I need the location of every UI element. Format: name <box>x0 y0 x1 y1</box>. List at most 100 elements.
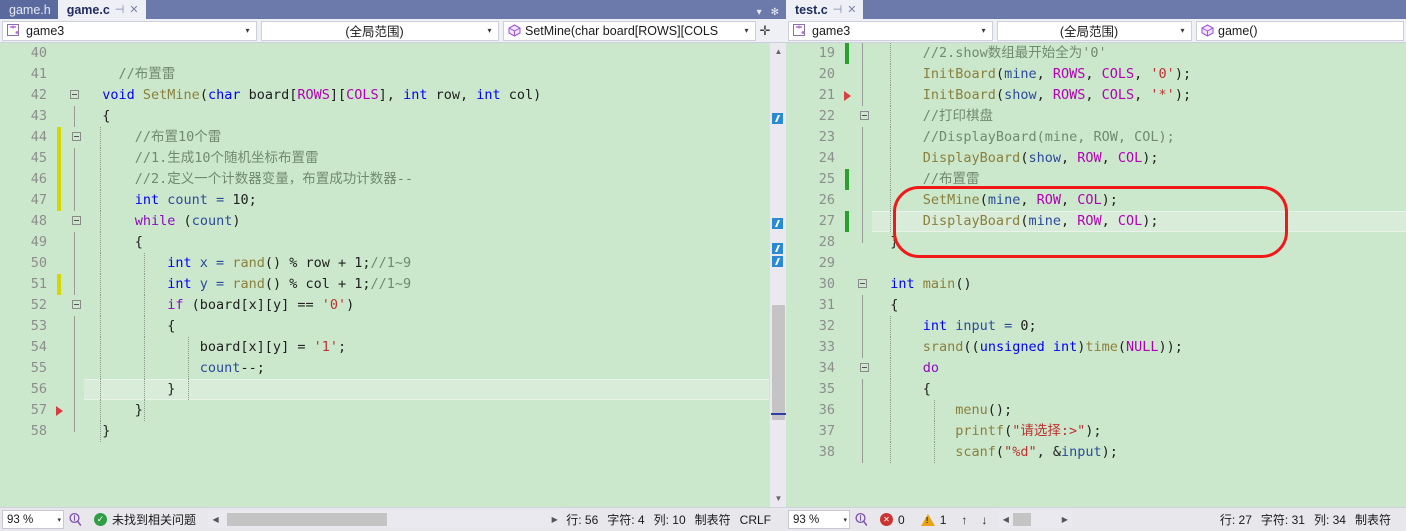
member-dropdown[interactable]: SetMine(char board[ROWS][COLS ▾ <box>503 20 756 41</box>
code-text[interactable]: InitBoard(mine, ROWS, COLS, '0'); <box>872 64 1406 85</box>
change-marker-gutter[interactable] <box>54 421 68 442</box>
change-marker-gutter[interactable] <box>842 127 856 148</box>
fold-gutter[interactable] <box>68 106 84 127</box>
code-line[interactable]: 44 //布置10个雷 <box>0 127 769 148</box>
fold-gutter[interactable] <box>856 232 872 253</box>
fold-gutter[interactable] <box>68 421 84 442</box>
change-marker-gutter[interactable] <box>842 421 856 442</box>
change-marker-gutter[interactable] <box>54 43 68 64</box>
close-icon[interactable]: ✕ <box>129 3 138 16</box>
change-marker-gutter[interactable] <box>54 106 68 127</box>
code-text[interactable]: printf("请选择:>"); <box>872 421 1406 442</box>
scroll-right-icon[interactable]: ▶ <box>547 515 562 524</box>
fold-gutter[interactable] <box>68 232 84 253</box>
warning-count-badge[interactable]: 1 <box>913 513 955 527</box>
scroll-right-icon[interactable]: ▶ <box>1057 515 1072 524</box>
fold-gutter[interactable] <box>68 400 84 421</box>
change-marker-gutter[interactable] <box>54 190 68 211</box>
fold-gutter[interactable] <box>856 169 872 190</box>
code-line[interactable]: 53 { <box>0 316 769 337</box>
fold-gutter[interactable] <box>68 379 84 400</box>
code-text[interactable]: } <box>872 232 1406 253</box>
code-line[interactable]: 49 { <box>0 232 769 253</box>
error-count-badge[interactable]: 0 <box>872 513 913 527</box>
collapse-toggle-icon[interactable] <box>70 90 79 99</box>
change-marker-gutter[interactable] <box>842 43 856 64</box>
fold-gutter[interactable] <box>856 358 872 379</box>
change-marker-gutter[interactable] <box>842 295 856 316</box>
fold-gutter[interactable] <box>68 295 84 316</box>
code-line[interactable]: 36 menu(); <box>786 400 1406 421</box>
fold-gutter[interactable] <box>68 127 84 148</box>
project-dropdown[interactable]: game3 ▾ <box>2 20 257 41</box>
code-text[interactable]: } <box>84 421 769 442</box>
bookmark-arrow-icon[interactable] <box>844 91 851 101</box>
code-text[interactable]: { <box>84 106 769 127</box>
hscroll-thumb[interactable] <box>1013 513 1032 526</box>
fold-gutter[interactable] <box>856 43 872 64</box>
scrollbar-change-marker[interactable] <box>772 243 783 254</box>
code-line[interactable]: 29 <box>786 253 1406 274</box>
code-text[interactable]: { <box>872 379 1406 400</box>
fold-gutter[interactable] <box>856 211 872 232</box>
code-line[interactable]: 21 InitBoard(show, ROWS, COLS, '*'); <box>786 85 1406 106</box>
fold-gutter[interactable] <box>856 274 872 295</box>
fold-gutter[interactable] <box>68 337 84 358</box>
code-line[interactable]: 45 //1.生成10个随机坐标布置雷 <box>0 148 769 169</box>
chevron-down-icon[interactable]: ▾ <box>241 26 254 35</box>
code-line[interactable]: 23 //DisplayBoard(mine, ROW, COL); <box>786 127 1406 148</box>
code-text[interactable]: //布置雷 <box>84 64 769 85</box>
change-marker-gutter[interactable] <box>842 106 856 127</box>
change-marker-gutter[interactable] <box>842 190 856 211</box>
left-vertical-scrollbar[interactable]: ▲ ▼ <box>769 43 786 507</box>
left-horizontal-scrollbar[interactable]: ◀ ▶ <box>208 511 563 528</box>
chevron-down-icon[interactable]: ▾ <box>977 26 990 35</box>
change-marker-gutter[interactable] <box>54 232 68 253</box>
code-line[interactable]: 58 } <box>0 421 769 442</box>
code-text[interactable]: //2.定义一个计数器变量，布置成功计数器-- <box>84 169 769 190</box>
change-marker-gutter[interactable] <box>842 211 856 232</box>
fold-gutter[interactable] <box>68 85 84 106</box>
left-code-editor[interactable]: 40 41 //布置雷 42 void SetMine(char board[ROW… <box>0 43 769 507</box>
change-marker-gutter[interactable] <box>842 148 856 169</box>
scrollbar-change-marker[interactable] <box>772 218 783 229</box>
fold-gutter[interactable] <box>856 190 872 211</box>
scroll-up-icon[interactable]: ▲ <box>770 43 786 60</box>
code-line[interactable]: 28 } <box>786 232 1406 253</box>
code-line[interactable]: 33 srand((unsigned int)time(NULL)); <box>786 337 1406 358</box>
change-marker-gutter[interactable] <box>842 232 856 253</box>
code-line[interactable]: 43 { <box>0 106 769 127</box>
pin-icon[interactable]: ⊣ <box>833 3 843 16</box>
code-line[interactable]: 41 //布置雷 <box>0 64 769 85</box>
fold-gutter[interactable] <box>856 148 872 169</box>
hscroll-track[interactable] <box>223 513 547 526</box>
change-marker-gutter[interactable] <box>54 127 68 148</box>
code-text[interactable]: srand((unsigned int)time(NULL)); <box>872 337 1406 358</box>
change-marker-gutter[interactable] <box>842 64 856 85</box>
code-text[interactable]: { <box>872 295 1406 316</box>
code-line[interactable]: 20 InitBoard(mine, ROWS, COLS, '0'); <box>786 64 1406 85</box>
code-text[interactable]: //2.show数组最开始全为'0' <box>872 43 1406 64</box>
fold-gutter[interactable] <box>856 64 872 85</box>
code-line[interactable]: 38 scanf("%d", &input); <box>786 442 1406 463</box>
fold-gutter[interactable] <box>856 106 872 127</box>
fold-gutter[interactable] <box>68 64 84 85</box>
code-line[interactable]: 35 { <box>786 379 1406 400</box>
collapse-toggle-icon[interactable] <box>860 363 869 372</box>
code-line[interactable]: 50 int x = rand() % row + 1;//1~9 <box>0 253 769 274</box>
scrollbar-change-marker[interactable] <box>772 113 783 124</box>
code-text[interactable]: int count = 10; <box>84 190 769 211</box>
change-marker-gutter[interactable] <box>54 211 68 232</box>
change-marker-gutter[interactable] <box>54 148 68 169</box>
code-text[interactable]: int main() <box>872 274 1406 295</box>
bookmark-arrow-icon[interactable] <box>56 406 63 416</box>
scroll-down-icon[interactable]: ▼ <box>770 490 786 507</box>
scroll-left-icon[interactable]: ◀ <box>208 515 223 524</box>
code-line[interactable]: 25 //布置雷 <box>786 169 1406 190</box>
change-marker-gutter[interactable] <box>842 85 856 106</box>
chevron-down-icon[interactable]: ▾ <box>757 7 762 18</box>
fold-gutter[interactable] <box>856 337 872 358</box>
code-text[interactable]: } <box>84 400 769 421</box>
collapse-toggle-icon[interactable] <box>858 279 867 288</box>
right-code-editor[interactable]: 19 //2.show数组最开始全为'0' 20 InitBoard(mine, … <box>786 43 1406 507</box>
